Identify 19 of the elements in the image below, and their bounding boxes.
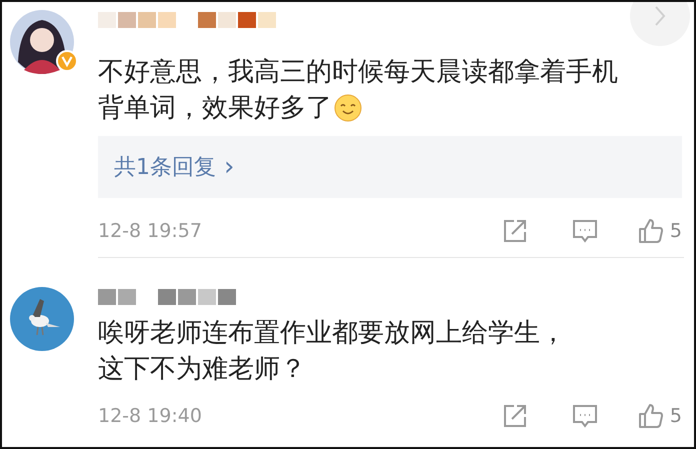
like-icon[interactable] (638, 218, 664, 244)
chevron-right-icon (653, 5, 667, 27)
replies-count: 共1条回复 (114, 154, 216, 182)
like-count: 5 (670, 220, 682, 242)
comment-icon[interactable] (572, 403, 598, 429)
like-count: 5 (670, 405, 682, 427)
like-icon[interactable] (638, 403, 664, 429)
avatar-icon[interactable] (10, 10, 74, 74)
comment-text: 背单词，效果好多了 (98, 92, 332, 125)
replies-link[interactable]: 共1条回复 › (98, 136, 682, 198)
chevron-icon: › (224, 152, 234, 182)
comment-text: 不好意思，我高三的时候每天晨读都拿着手机 (98, 56, 618, 89)
comment-text: 唉呀老师连布置作业都要放网上给学生， (98, 317, 566, 350)
comment-icon[interactable] (572, 218, 598, 244)
share-icon[interactable] (502, 403, 528, 429)
comment-text: 这下不为难老师？ (98, 353, 306, 386)
share-icon[interactable] (502, 218, 528, 244)
comment-time: 12-8 19:40 (98, 405, 203, 427)
comment-time: 12-8 19:57 (98, 220, 203, 242)
